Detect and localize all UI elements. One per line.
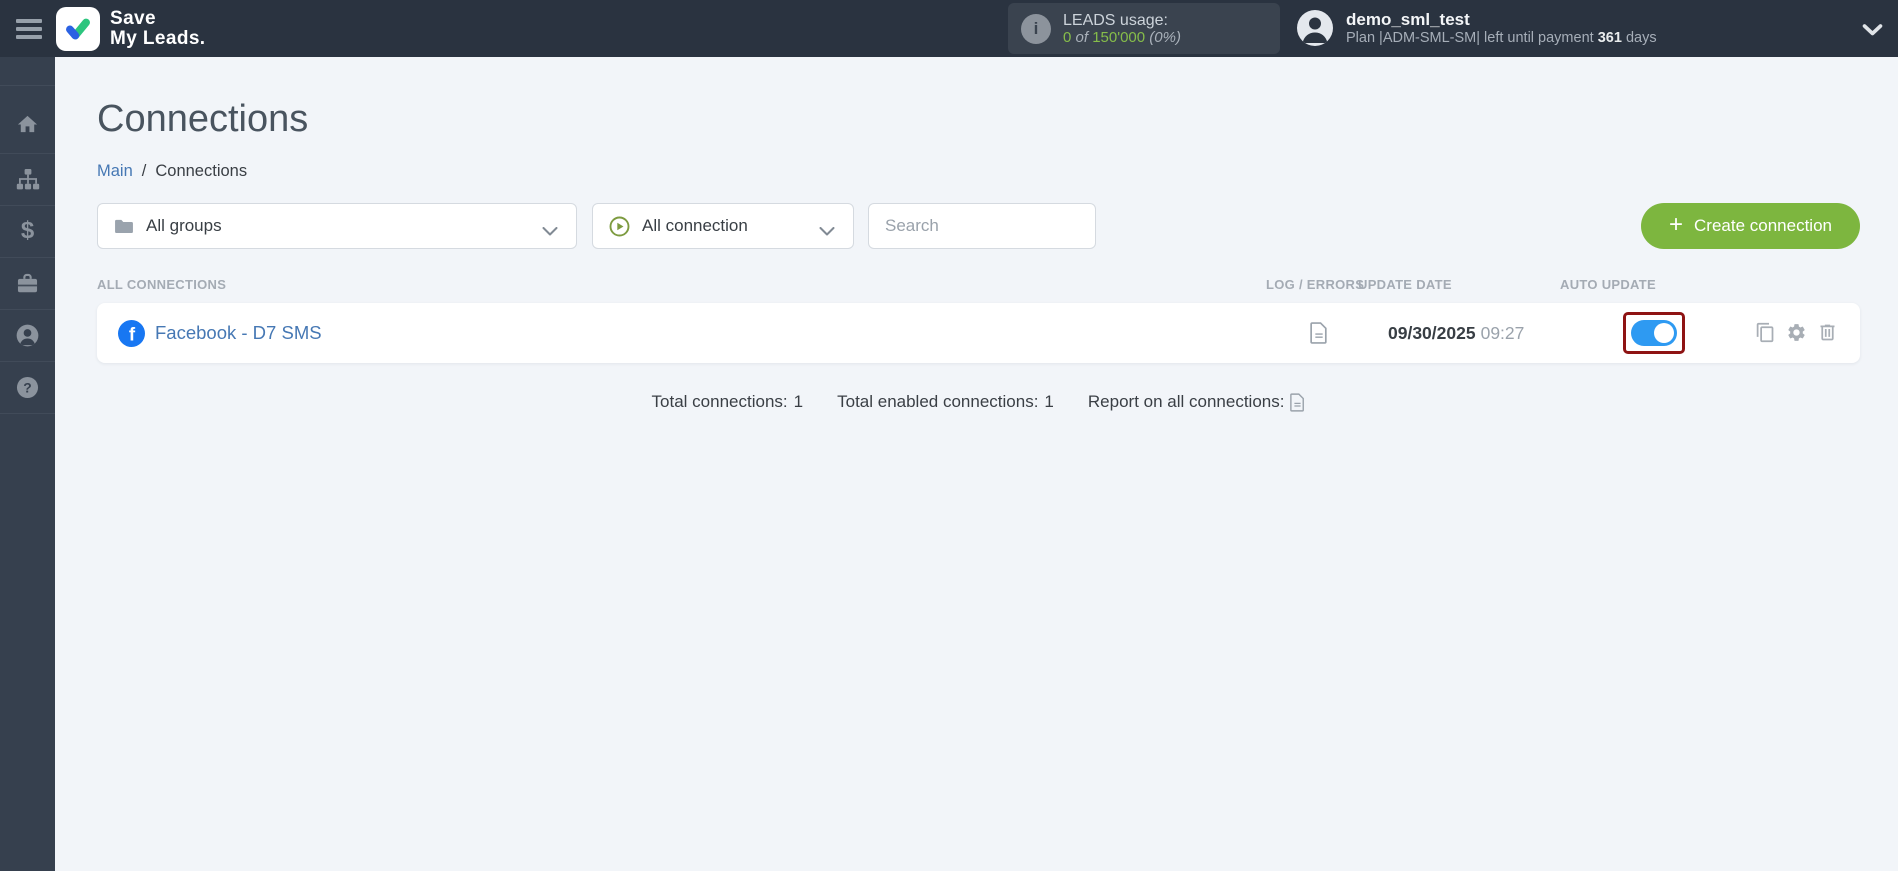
update-date: 09/30/2025 09:27 [1388,323,1525,343]
brand-name: Save My Leads. [110,8,206,49]
connection-name-link[interactable]: Facebook - D7 SMS [155,322,322,344]
sidebar-nav: $ ? [0,57,55,871]
sidebar-item-help[interactable]: ? [0,362,55,414]
chevron-down-icon [542,223,558,241]
totals-row: Total connections: 1 Total enabled connec… [97,392,1860,412]
top-bar: Save My Leads. i LEADS usage: 0 of 150'0… [0,0,1898,57]
toggle-knob [1654,323,1674,343]
svg-text:f: f [129,323,136,344]
auto-update-toggle[interactable] [1631,320,1677,346]
breadcrumb-separator: / [141,161,147,180]
folder-icon [115,219,133,234]
help-question-icon: ? [16,376,39,399]
breadcrumb-current: Connections [155,161,248,180]
report-document-icon[interactable] [1290,392,1305,412]
leads-usage-panel: i LEADS usage: 0 of 150'000 (0%) [1008,3,1280,54]
header-all-connections: ALL CONNECTIONS [97,277,227,292]
facebook-icon: f [118,320,145,347]
create-connection-button[interactable]: + Create connection [1641,203,1860,249]
filters-row: All groups All connection + Crea [97,203,1860,249]
sidebar-spacer [0,57,55,86]
row-actions [1755,322,1838,343]
sidebar-item-services[interactable] [0,258,55,310]
total-connections: Total connections: 1 [651,392,804,411]
avatar [1297,10,1333,46]
sidebar-item-home[interactable] [0,86,55,154]
breadcrumb-main-link[interactable]: Main [97,162,133,181]
breadcrumb: Main / Connections [97,161,1860,181]
plus-icon: + [1669,211,1684,238]
total-enabled-connections: Total enabled connections: 1 [837,392,1054,411]
sidebar-item-connections[interactable] [0,154,55,206]
header-log-errors: LOG / ERRORS [1266,277,1365,292]
sidebar-item-account[interactable] [0,310,55,362]
connection-type-dropdown[interactable]: All connection [592,203,854,249]
chevron-down-icon [819,223,835,241]
page-title: Connections [97,98,309,140]
report-all-connections: Report on all connections: [1088,392,1306,412]
connection-row: f Facebook - D7 SMS 09/30/2025 09:27 [97,303,1860,363]
trash-icon[interactable] [1817,322,1838,343]
payments-dollar-icon: $ [21,219,35,244]
chevron-down-icon[interactable] [1862,23,1883,41]
plan-info: Plan |ADM-SML-SM| left until payment 361… [1346,30,1657,46]
username: demo_sml_test [1346,10,1470,29]
play-circle-icon [609,216,630,236]
copy-icon[interactable] [1755,322,1776,343]
savemyleads-logo[interactable] [56,7,100,51]
connection-type-value: All connection [642,216,748,235]
account-person-icon [16,324,39,347]
groups-filter-dropdown[interactable]: All groups [97,203,577,249]
table-header-row: ALL CONNECTIONS LOG / ERRORS UPDATE DATE… [97,277,1860,293]
main-content: Connections Main / Connections All group… [55,57,1898,871]
gear-icon[interactable] [1786,322,1807,343]
home-icon [17,115,38,133]
leads-usage-label: LEADS usage: [1063,11,1168,29]
info-icon: i [1021,13,1051,44]
groups-filter-value: All groups [146,216,222,235]
header-auto-update: AUTO UPDATE [1560,277,1656,292]
log-document-icon[interactable] [1310,322,1328,349]
auto-update-highlight-box [1623,312,1685,354]
header-update-date: UPDATE DATE [1358,277,1452,292]
search-input[interactable] [868,203,1096,249]
connections-tree-icon [16,169,39,190]
services-briefcase-icon [17,273,38,293]
user-account-menu[interactable]: demo_sml_test Plan |ADM-SML-SM| left unt… [1297,10,1657,47]
leads-usage-value: 0 of 150'000 (0%) [1063,28,1181,46]
sidebar-item-payments[interactable]: $ [0,206,55,258]
hamburger-menu-icon[interactable] [16,19,42,39]
svg-text:$: $ [21,219,35,244]
checkmark-logo-icon [66,18,90,40]
svg-text:?: ? [23,379,31,395]
